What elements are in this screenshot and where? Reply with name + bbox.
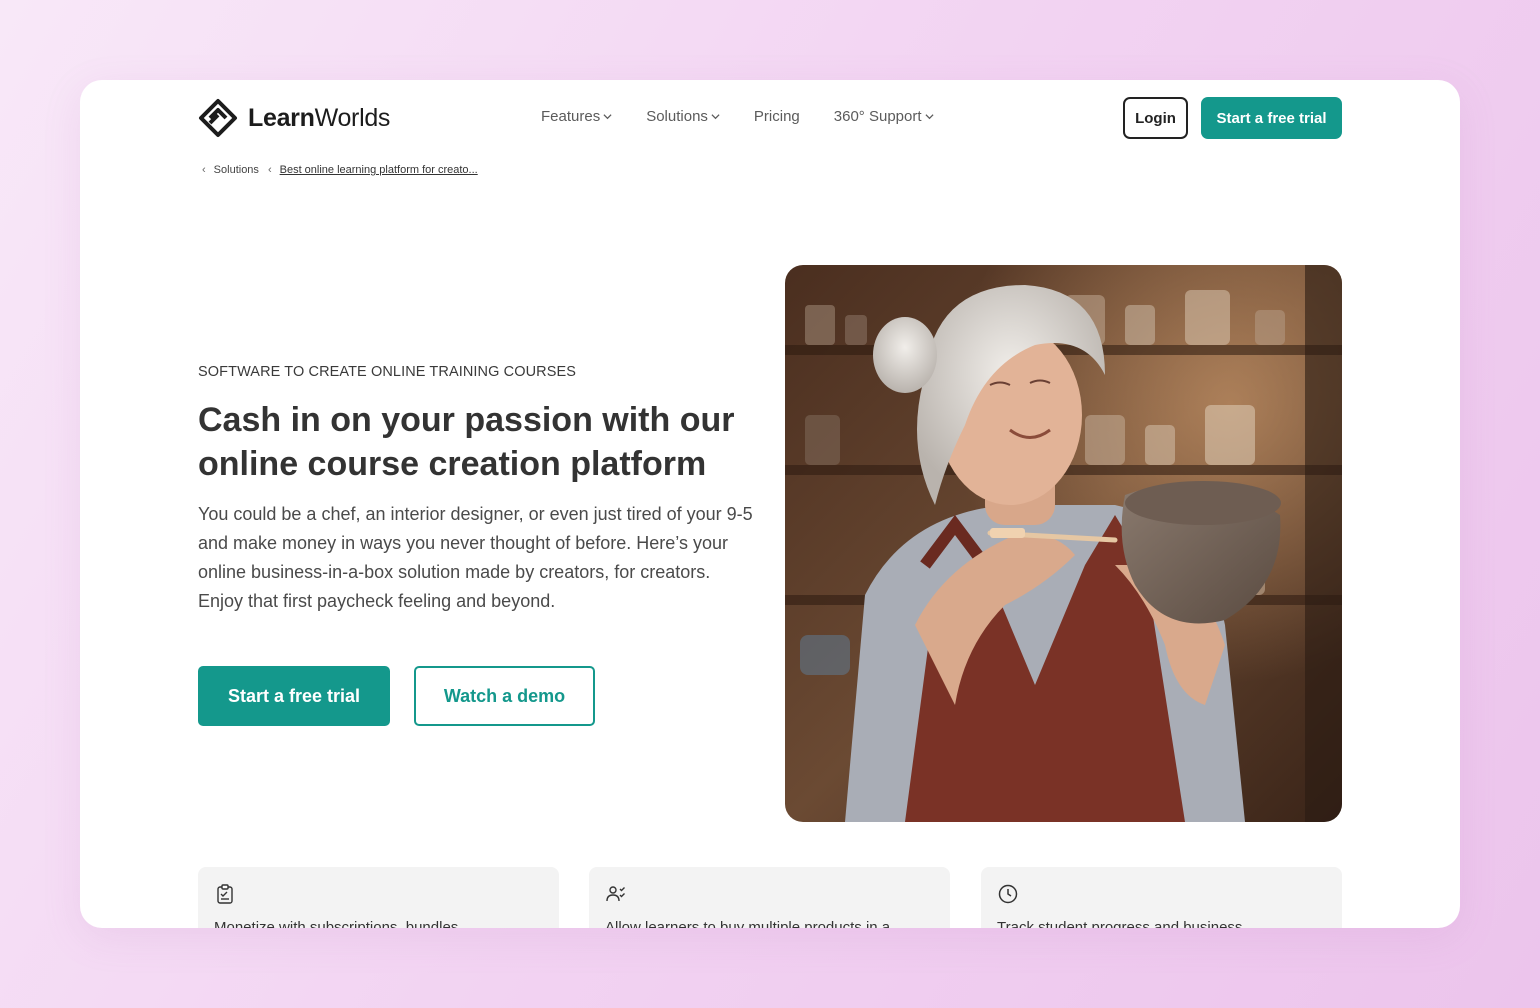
feature-card-monetize[interactable]: Monetize with subscriptions, bundles... [198, 867, 559, 928]
login-button[interactable]: Login [1123, 97, 1188, 139]
chevron-left-icon: ‹ [202, 164, 206, 176]
page-card: LearnWorlds Features Solutions Pricing 3… [80, 80, 1460, 928]
woman-painting-pottery-photo [785, 265, 1342, 822]
brand-logo[interactable]: LearnWorlds [198, 98, 390, 138]
hero-eyebrow: SOFTWARE TO CREATE ONLINE TRAINING COURS… [198, 364, 577, 380]
chevron-left-icon: ‹ [267, 164, 272, 176]
watch-demo-button[interactable]: Watch a demo [414, 666, 595, 726]
header-start-trial-button[interactable]: Start a free trial [1201, 97, 1342, 139]
hero-photo [785, 265, 1342, 822]
feature-card-track-progress[interactable]: Track student progress and business... [981, 867, 1342, 928]
main-nav: Features Solutions Pricing 360° Support [541, 106, 968, 126]
nav-item-features[interactable]: Features [541, 108, 612, 125]
feature-card-multiple-products[interactable]: Allow learners to buy multiple products … [589, 867, 950, 928]
breadcrumb: ‹ Solutions ‹ Best online learning platf… [202, 164, 478, 176]
learnworlds-logo-icon [199, 99, 237, 137]
feature-text: Allow learners to buy multiple products … [605, 919, 903, 928]
chevron-down-icon [711, 113, 720, 119]
nav-item-pricing[interactable]: Pricing [754, 108, 800, 125]
hero-description: You could be a chef, an interior designe… [198, 504, 753, 611]
clipboard-check-icon [217, 884, 233, 904]
breadcrumb-current[interactable]: Best online learning platform for creato… [280, 164, 478, 176]
chevron-down-icon [924, 113, 934, 119]
nav-item-support[interactable]: 360° Support [834, 108, 934, 125]
nav-item-solutions[interactable]: Solutions [646, 108, 720, 125]
chevron-down-icon [603, 113, 612, 119]
breadcrumb-solutions[interactable]: Solutions [214, 164, 259, 176]
users-check-icon [606, 886, 625, 902]
hero-title: Cash in on your passion with our online … [198, 401, 735, 483]
hero-start-trial-button[interactable]: Start a free trial [198, 666, 390, 726]
clock-icon [998, 884, 1018, 904]
feature-text: Track student progress and business... [997, 919, 1255, 928]
brand-name: LearnWorlds [248, 103, 391, 132]
feature-text: Monetize with subscriptions, bundles... [214, 919, 471, 928]
